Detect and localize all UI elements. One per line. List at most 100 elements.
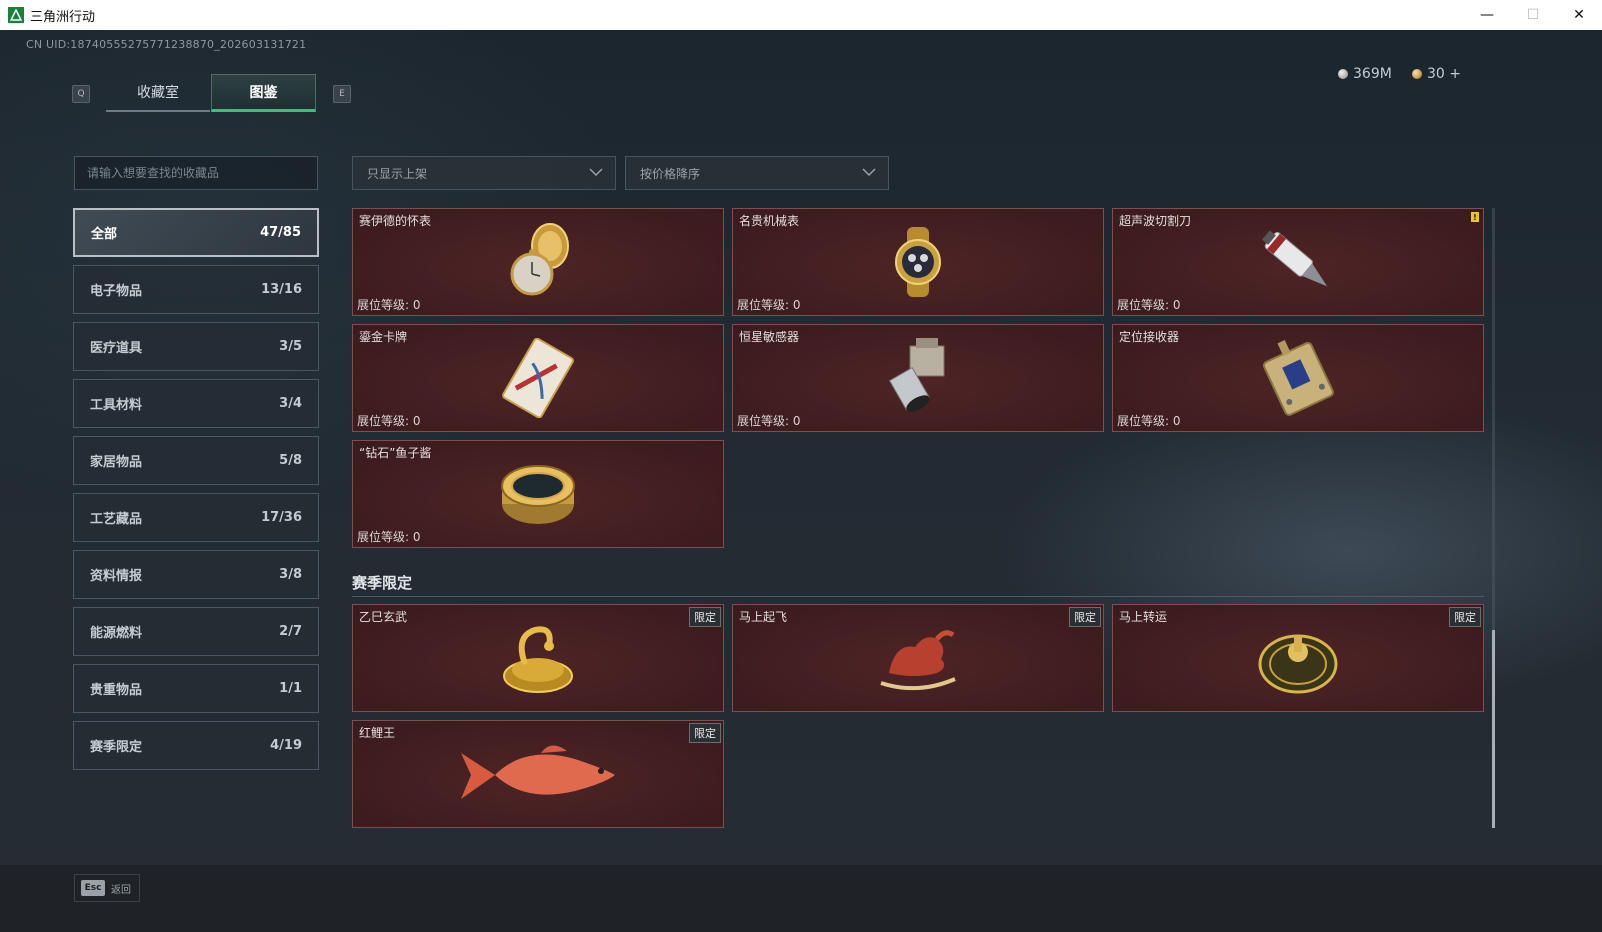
window-titlebar: 三角洲行动 — ☐ ✕ [0,0,1602,30]
next-tab-key-hint[interactable]: E [333,85,351,103]
minimize-button[interactable]: — [1464,0,1510,30]
category-count: 2/7 [279,624,302,639]
limited-badge: 限定 [1449,607,1481,627]
tab-collection-room[interactable]: 收藏室 [106,74,210,112]
pocket-watch-icon [510,223,569,296]
back-button[interactable]: Esc 返回 [74,874,140,902]
esc-key-icon: Esc [81,880,105,896]
chevron-down-icon [589,168,603,177]
close-button[interactable]: ✕ [1556,0,1602,30]
warning-icon: ! [1471,212,1479,222]
app-logo-icon [8,7,24,23]
window-title: 三角洲行动 [30,9,96,25]
category-label: 电子物品 [90,284,143,299]
item-name: 马上转运 [1119,610,1168,624]
category-label: 能源燃料 [90,626,143,641]
item-card-diamond-caviar[interactable]: “钻石”鱼子酱 展位等级: 0 [352,440,724,548]
category-medical[interactable]: 医疗道具 3/5 [73,322,319,371]
silver-coin-icon [1338,69,1348,79]
red-carp-icon [461,745,615,799]
item-card-mechanical-watch[interactable]: 名贵机械表 展位等级: 0 [732,208,1104,316]
limited-badge: 限定 [689,723,721,743]
category-count: 3/8 [279,567,302,582]
item-level: 展位等级: 0 [737,298,801,312]
item-card-red-carp-king[interactable]: 红鲤王 限定 [352,720,724,828]
chevron-down-icon [862,168,876,177]
item-name: 恒星敏感器 [739,330,800,344]
category-label: 贵重物品 [90,683,143,698]
category-household[interactable]: 家居物品 5/8 [73,436,319,485]
category-label: 工艺藏品 [90,512,143,527]
section-divider [352,596,1484,597]
gold-coin-icon [1412,69,1422,79]
item-card-horse-takeoff[interactable]: 马上起飞 限定 [732,604,1104,712]
prev-tab-key-hint[interactable]: Q [72,85,90,103]
category-count: 47/85 [260,225,301,240]
item-level: 展位等级: 0 [357,414,421,428]
category-valuables[interactable]: 贵重物品 1/1 [73,664,319,713]
category-label: 医疗道具 [90,341,143,356]
category-count: 17/36 [261,510,302,525]
item-level: 展位等级: 0 [1117,414,1181,428]
caviar-tin-icon [501,465,575,524]
item-level: 展位等级: 0 [1117,298,1181,312]
item-level: 展位等级: 0 [737,414,801,428]
item-card-ultrasonic-cutter[interactable]: 超声波切割刀 ! 展位等级: 0 [1112,208,1484,316]
item-name: 鎏金卡牌 [359,330,408,344]
category-energy[interactable]: 能源燃料 2/7 [73,607,319,656]
wristwatch-icon [895,227,941,297]
sort-value: 按价格降序 [640,166,701,181]
item-card-position-receiver[interactable]: 定位接收器 展位等级: 0 [1112,324,1484,432]
red-horse-icon [880,630,956,691]
item-level: 展位等级: 0 [357,298,421,312]
category-count: 5/8 [279,453,302,468]
item-level: 展位等级: 0 [357,530,421,544]
category-tools[interactable]: 工具材料 3/4 [73,379,319,428]
category-label: 赛季限定 [90,740,143,755]
sort-dropdown[interactable]: 按价格降序 [625,156,889,190]
maximize-button[interactable]: ☐ [1510,0,1556,30]
category-count: 4/19 [270,738,302,753]
scrollbar-thumb[interactable] [1492,630,1495,828]
item-name: 乙巳玄武 [359,610,408,624]
category-label: 家居物品 [90,455,143,470]
category-label: 工具材料 [90,398,143,413]
item-name: 红鲤王 [359,726,396,740]
item-card-horse-fortune[interactable]: 马上转运 限定 [1112,604,1484,712]
category-count: 3/4 [279,396,302,411]
item-card-yisi-xuanwu[interactable]: 乙巳玄武 限定 [352,604,724,712]
item-name: 超声波切割刀 [1119,214,1192,228]
item-name: 定位接收器 [1119,330,1180,344]
category-electronics[interactable]: 电子物品 13/16 [73,265,319,314]
position-receiver-icon [1262,340,1334,416]
category-season-limited[interactable]: 赛季限定 4/19 [73,721,319,770]
item-card-star-sensor[interactable]: 恒星敏感器 展位等级: 0 [732,324,1104,432]
category-intel[interactable]: 资料情报 3/8 [73,550,319,599]
gilded-card-icon [502,338,574,418]
shelf-filter-value: 只显示上架 [367,166,428,181]
category-label: 全部 [91,227,118,242]
limited-badge: 限定 [1069,607,1101,627]
item-name: 名贵机械表 [739,214,800,228]
gold-currency[interactable]: 30 + [1412,66,1461,82]
category-all[interactable]: 全部 47/85 [73,208,319,257]
item-card-pocket-watch[interactable]: 赛伊德的怀表 展位等级: 0 [352,208,724,316]
silver-amount: 369M [1353,66,1392,82]
star-sensor-icon [888,338,945,412]
season-section-title: 赛季限定 [352,574,413,592]
bottom-bar [0,865,1602,932]
ultrasonic-knife-icon [1261,230,1328,287]
back-label: 返回 [111,884,131,896]
golden-turtle-snake-icon [503,626,573,693]
vertical-scrollbar[interactable] [1492,208,1495,828]
tab-catalog[interactable]: 图鉴 [211,74,316,112]
item-card-gilded-card[interactable]: 鎏金卡牌 展位等级: 0 [352,324,724,432]
search-input[interactable] [74,156,318,190]
category-label: 资料情报 [90,569,143,584]
category-count: 13/16 [261,282,302,297]
category-crafts[interactable]: 工艺藏品 17/36 [73,493,319,542]
shelf-filter-dropdown[interactable]: 只显示上架 [352,156,616,190]
item-name: 马上起飞 [739,610,788,624]
golden-compass-icon [1258,634,1338,694]
item-name: 赛伊德的怀表 [359,214,432,228]
